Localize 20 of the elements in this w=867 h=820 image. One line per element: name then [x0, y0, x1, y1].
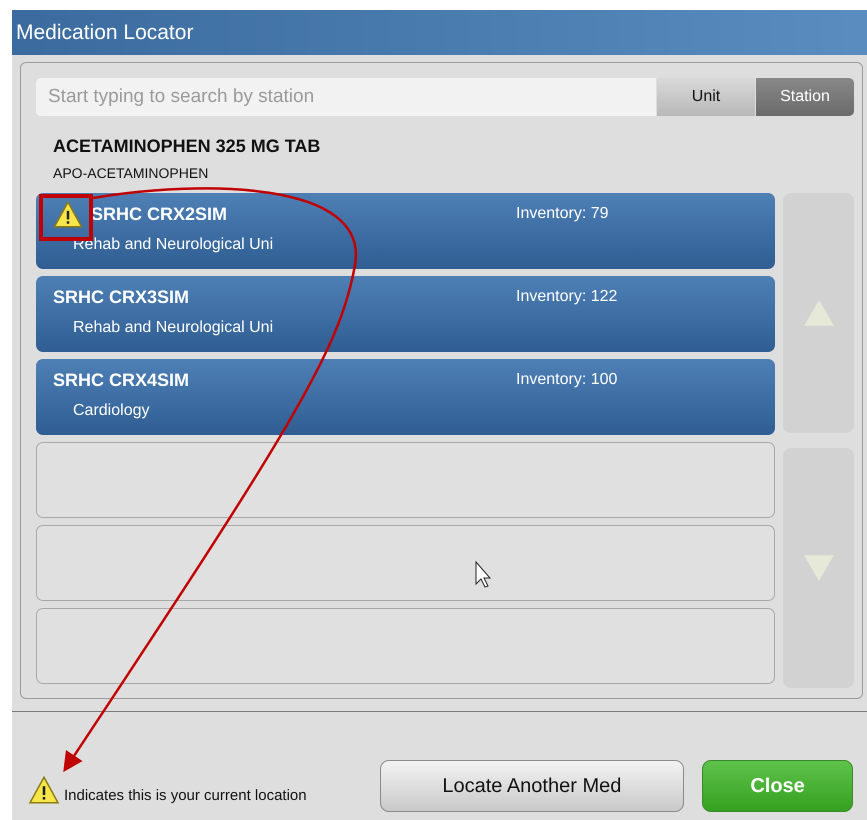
- search-field[interactable]: Start typing to search by station: [36, 78, 656, 116]
- station-row[interactable]: SRHC CRX3SIM Inventory: 122 Rehab and Neurological Uni: [36, 276, 775, 352]
- station-name: SRHC CRX3SIM: [53, 286, 190, 308]
- station-name: SRHC CRX2SIM: [91, 204, 228, 224]
- legend-text: Indicates this is your current location: [64, 787, 307, 804]
- station-name: SRHC CRX4SIM: [53, 370, 190, 390]
- window-title: Medication Locator: [16, 20, 194, 44]
- inventory-count: Inventory: 122: [516, 288, 618, 306]
- station-row[interactable]: SRHC CRX4SIM Inventory: 100 Cardiology: [36, 359, 775, 435]
- inventory-count: Inventory: 100: [516, 371, 618, 389]
- locate-button[interactable]: Locate Another Med: [380, 760, 684, 812]
- medication-name: ACETAMINOPHEN 325 MG TAB: [53, 136, 322, 157]
- inventory-count: Inventory: 79: [516, 205, 608, 223]
- filter-tab[interactable]: Unit: [657, 78, 755, 116]
- cursor-icon: [476, 560, 492, 588]
- warning-icon: [28, 776, 60, 804]
- brand-name: APO-ACETAMINOPHEN: [53, 165, 210, 181]
- unit-name: Rehab and Neurological Uni: [73, 319, 274, 337]
- unit-name: Cardiology: [73, 402, 150, 420]
- filter-tab[interactable]: Station: [756, 78, 854, 116]
